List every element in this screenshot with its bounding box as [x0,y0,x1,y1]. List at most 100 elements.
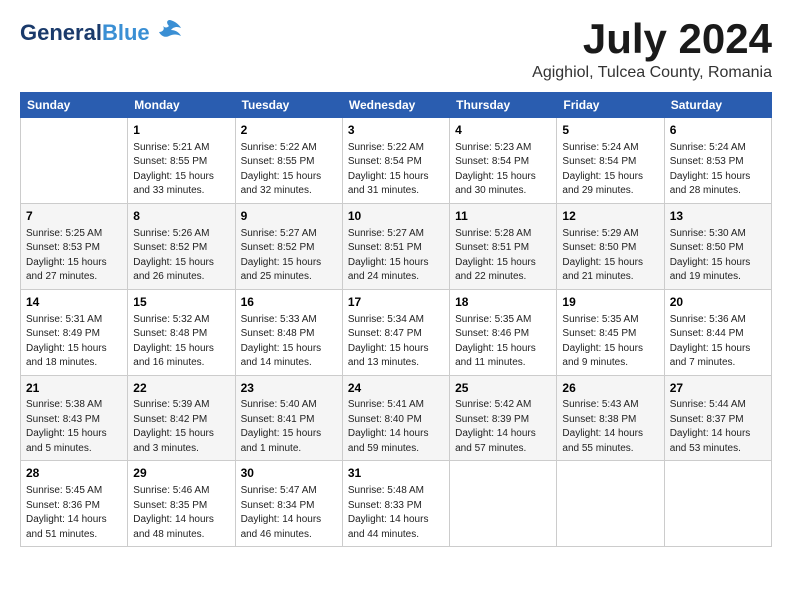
day-info: Sunrise: 5:42 AM Sunset: 8:39 PM Dayligh… [455,398,551,456]
calendar-day-26: 26Sunrise: 5:43 AM Sunset: 8:38 PM Dayli… [557,375,664,461]
day-number: 5 [562,122,658,139]
day-number: 1 [133,122,229,139]
day-info: Sunrise: 5:34 AM Sunset: 8:47 PM Dayligh… [348,313,444,371]
logo-bird-icon [155,16,183,49]
day-info: Sunrise: 5:36 AM Sunset: 8:44 PM Dayligh… [670,313,766,371]
empty-day-cell [557,461,664,547]
day-info: Sunrise: 5:33 AM Sunset: 8:48 PM Dayligh… [241,313,337,371]
calendar-day-22: 22Sunrise: 5:39 AM Sunset: 8:42 PM Dayli… [128,375,235,461]
day-number: 17 [348,294,444,311]
calendar-day-6: 6Sunrise: 5:24 AM Sunset: 8:53 PM Daylig… [664,118,771,204]
day-info: Sunrise: 5:41 AM Sunset: 8:40 PM Dayligh… [348,398,444,456]
month-title: July 2024 [532,16,772,62]
day-number: 10 [348,208,444,225]
logo: GeneralBlue [20,16,183,49]
day-number: 13 [670,208,766,225]
day-info: Sunrise: 5:47 AM Sunset: 8:34 PM Dayligh… [241,484,337,542]
calendar-day-1: 1Sunrise: 5:21 AM Sunset: 8:55 PM Daylig… [128,118,235,204]
weekday-header-thursday: Thursday [450,93,557,118]
day-number: 25 [455,380,551,397]
day-info: Sunrise: 5:32 AM Sunset: 8:48 PM Dayligh… [133,313,229,371]
calendar-day-2: 2Sunrise: 5:22 AM Sunset: 8:55 PM Daylig… [235,118,342,204]
day-info: Sunrise: 5:22 AM Sunset: 8:55 PM Dayligh… [241,141,337,199]
day-info: Sunrise: 5:35 AM Sunset: 8:46 PM Dayligh… [455,313,551,371]
calendar-day-31: 31 Sunrise: 5:48 AM Sunset: 8:33 PM Dayli… [342,461,449,547]
calendar-day-3: 3 Sunrise: 5:22 AM Sunset: 8:54 PM Daylig… [342,118,449,204]
calendar-day-17: 17 Sunrise: 5:34 AM Sunset: 8:47 PM Dayli… [342,289,449,375]
day-info: Sunrise: 5:26 AM Sunset: 8:52 PM Dayligh… [133,227,229,285]
calendar-week-row: 14 Sunrise: 5:31 AM Sunset: 8:49 PM Dayli… [21,289,772,375]
day-number: 7 [26,208,122,225]
calendar-day-5: 5 Sunrise: 5:24 AM Sunset: 8:54 PM Daylig… [557,118,664,204]
day-number: 18 [455,294,551,311]
weekday-header-friday: Friday [557,93,664,118]
weekday-header-row: SundayMondayTuesdayWednesdayThursdayFrid… [21,93,772,118]
calendar-day-9: 9Sunrise: 5:27 AM Sunset: 8:52 PM Daylig… [235,203,342,289]
empty-day-cell [664,461,771,547]
day-number: 16 [241,294,337,311]
day-info: Sunrise: 5:25 AM Sunset: 8:53 PM Dayligh… [26,227,122,285]
day-number: 19 [562,294,658,311]
page-header: GeneralBlue July 2024 Agighiol, Tulcea C… [20,16,772,82]
day-number: 9 [241,208,337,225]
calendar-day-20: 20 Sunrise: 5:36 AM Sunset: 8:44 PM Dayli… [664,289,771,375]
day-number: 15 [133,294,229,311]
day-info: Sunrise: 5:23 AM Sunset: 8:54 PM Dayligh… [455,141,551,199]
day-number: 8 [133,208,229,225]
weekday-header-tuesday: Tuesday [235,93,342,118]
day-info: Sunrise: 5:29 AM Sunset: 8:50 PM Dayligh… [562,227,658,285]
day-number: 27 [670,380,766,397]
calendar-day-27: 27Sunrise: 5:44 AM Sunset: 8:37 PM Dayli… [664,375,771,461]
day-number: 3 [348,122,444,139]
title-block: July 2024 Agighiol, Tulcea County, Roman… [532,16,772,82]
calendar-week-row: 1Sunrise: 5:21 AM Sunset: 8:55 PM Daylig… [21,118,772,204]
calendar-day-30: 30Sunrise: 5:47 AM Sunset: 8:34 PM Dayli… [235,461,342,547]
day-info: Sunrise: 5:40 AM Sunset: 8:41 PM Dayligh… [241,398,337,456]
day-info: Sunrise: 5:24 AM Sunset: 8:53 PM Dayligh… [670,141,766,199]
calendar-day-7: 7 Sunrise: 5:25 AM Sunset: 8:53 PM Daylig… [21,203,128,289]
day-info: Sunrise: 5:24 AM Sunset: 8:54 PM Dayligh… [562,141,658,199]
day-info: Sunrise: 5:46 AM Sunset: 8:35 PM Dayligh… [133,484,229,542]
calendar-day-25: 25Sunrise: 5:42 AM Sunset: 8:39 PM Dayli… [450,375,557,461]
calendar-day-28: 28 Sunrise: 5:45 AM Sunset: 8:36 PM Dayli… [21,461,128,547]
weekday-header-saturday: Saturday [664,93,771,118]
day-info: Sunrise: 5:27 AM Sunset: 8:51 PM Dayligh… [348,227,444,285]
day-number: 31 [348,465,444,482]
day-number: 4 [455,122,551,139]
day-number: 23 [241,380,337,397]
day-number: 14 [26,294,122,311]
calendar-day-11: 11 Sunrise: 5:28 AM Sunset: 8:51 PM Dayli… [450,203,557,289]
day-number: 20 [670,294,766,311]
calendar-table: SundayMondayTuesdayWednesdayThursdayFrid… [20,92,772,547]
calendar-day-24: 24Sunrise: 5:41 AM Sunset: 8:40 PM Dayli… [342,375,449,461]
day-info: Sunrise: 5:38 AM Sunset: 8:43 PM Dayligh… [26,398,122,456]
calendar-day-14: 14 Sunrise: 5:31 AM Sunset: 8:49 PM Dayli… [21,289,128,375]
weekday-header-monday: Monday [128,93,235,118]
day-info: Sunrise: 5:48 AM Sunset: 8:33 PM Dayligh… [348,484,444,542]
logo-text: GeneralBlue [20,22,150,44]
location-subtitle: Agighiol, Tulcea County, Romania [532,64,772,82]
day-info: Sunrise: 5:39 AM Sunset: 8:42 PM Dayligh… [133,398,229,456]
calendar-day-10: 10 Sunrise: 5:27 AM Sunset: 8:51 PM Dayli… [342,203,449,289]
day-info: Sunrise: 5:30 AM Sunset: 8:50 PM Dayligh… [670,227,766,285]
day-number: 24 [348,380,444,397]
calendar-day-23: 23Sunrise: 5:40 AM Sunset: 8:41 PM Dayli… [235,375,342,461]
calendar-day-4: 4 Sunrise: 5:23 AM Sunset: 8:54 PM Daylig… [450,118,557,204]
day-info: Sunrise: 5:45 AM Sunset: 8:36 PM Dayligh… [26,484,122,542]
calendar-week-row: 7 Sunrise: 5:25 AM Sunset: 8:53 PM Daylig… [21,203,772,289]
day-number: 22 [133,380,229,397]
weekday-header-sunday: Sunday [21,93,128,118]
day-info: Sunrise: 5:22 AM Sunset: 8:54 PM Dayligh… [348,141,444,199]
calendar-day-29: 29Sunrise: 5:46 AM Sunset: 8:35 PM Dayli… [128,461,235,547]
day-number: 11 [455,208,551,225]
day-info: Sunrise: 5:43 AM Sunset: 8:38 PM Dayligh… [562,398,658,456]
calendar-day-21: 21Sunrise: 5:38 AM Sunset: 8:43 PM Dayli… [21,375,128,461]
calendar-day-15: 15 Sunrise: 5:32 AM Sunset: 8:48 PM Dayli… [128,289,235,375]
day-number: 28 [26,465,122,482]
calendar-week-row: 21Sunrise: 5:38 AM Sunset: 8:43 PM Dayli… [21,375,772,461]
calendar-week-row: 28 Sunrise: 5:45 AM Sunset: 8:36 PM Dayli… [21,461,772,547]
day-info: Sunrise: 5:35 AM Sunset: 8:45 PM Dayligh… [562,313,658,371]
weekday-header-wednesday: Wednesday [342,93,449,118]
day-info: Sunrise: 5:31 AM Sunset: 8:49 PM Dayligh… [26,313,122,371]
day-info: Sunrise: 5:28 AM Sunset: 8:51 PM Dayligh… [455,227,551,285]
